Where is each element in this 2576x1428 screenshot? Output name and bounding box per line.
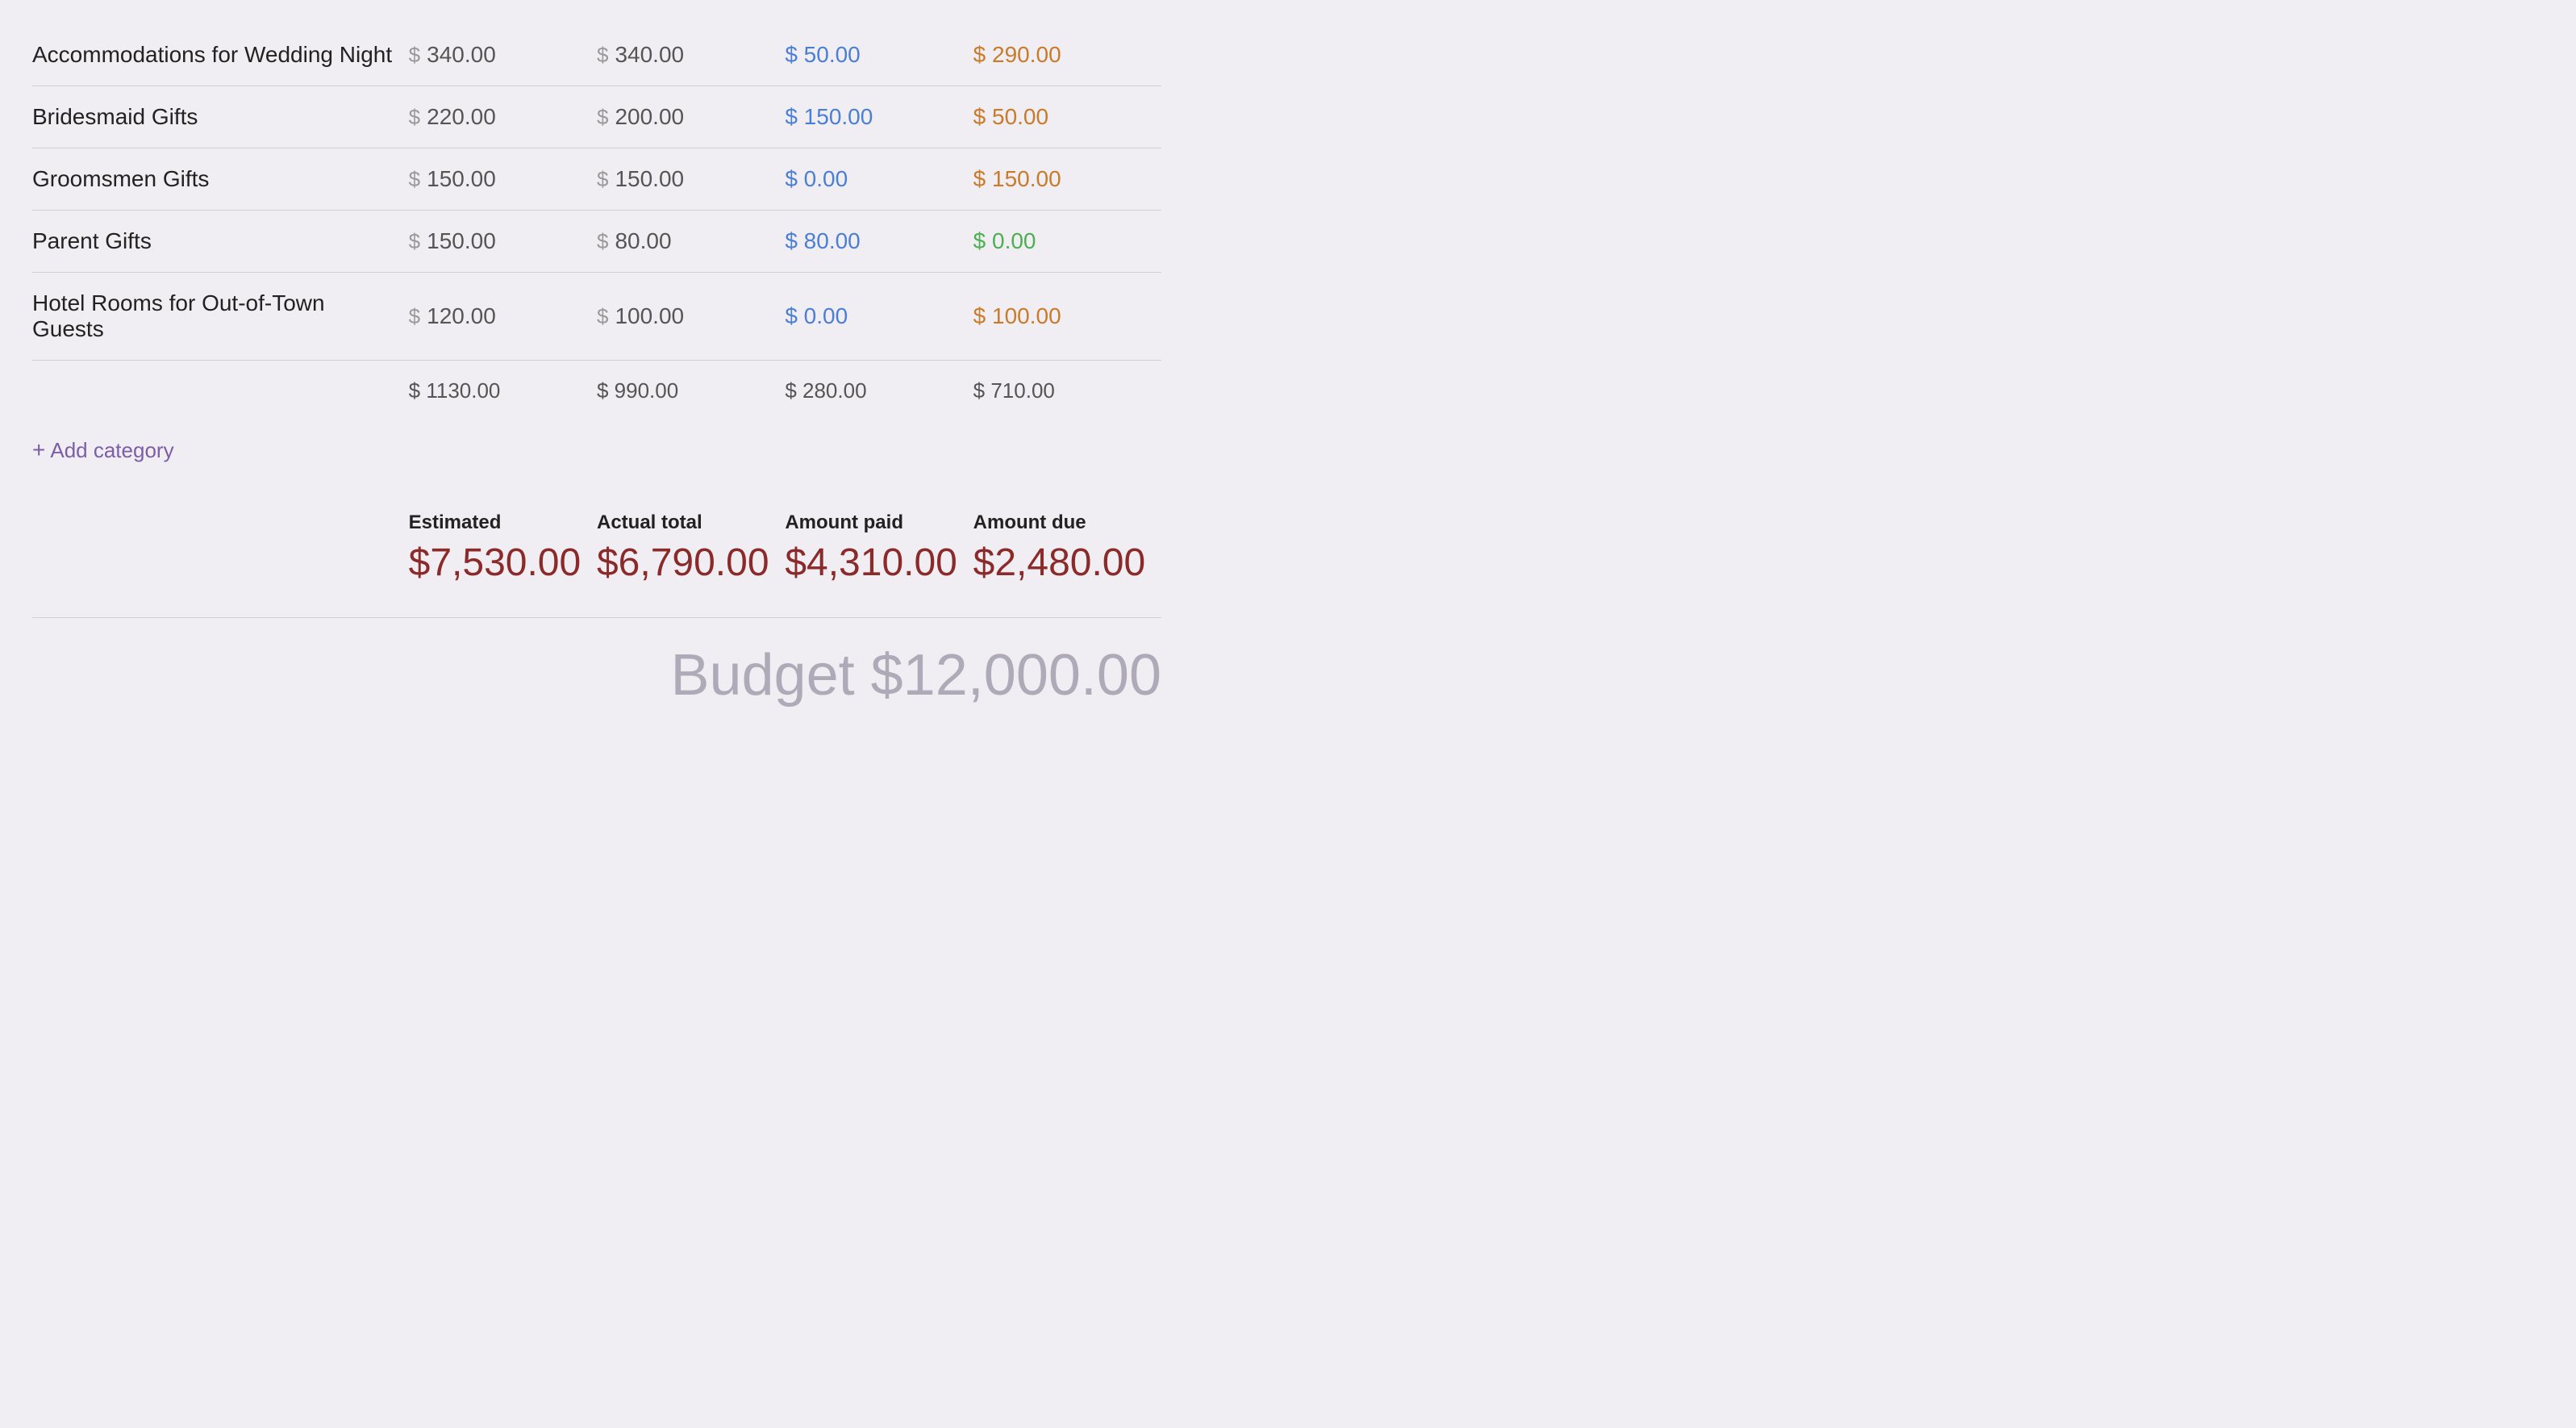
- row-name: Bridesmaid Gifts: [32, 104, 409, 130]
- actual-value: 80.00: [615, 228, 671, 254]
- row-actual: $200.00: [597, 104, 785, 130]
- row-actual: $100.00: [597, 303, 785, 329]
- totals-estimated: $ 1130.00: [409, 378, 597, 403]
- row-actual: $150.00: [597, 166, 785, 192]
- table-row: Accommodations for Wedding Night$340.00$…: [32, 24, 1161, 86]
- dollar-icon: $: [597, 229, 608, 254]
- estimated-value: 150.00: [427, 228, 496, 254]
- summary-paid-value: $4,310.00: [785, 541, 957, 585]
- actual-value: 200.00: [615, 104, 684, 130]
- row-due: $ 100.00: [973, 303, 1161, 329]
- add-category-button[interactable]: + Add category: [32, 421, 1161, 487]
- summary-actual: Actual total $6,790.00: [597, 503, 785, 593]
- summary-estimated-label: Estimated: [409, 511, 502, 534]
- summary-actual-value: $6,790.00: [597, 541, 769, 585]
- row-paid: $ 150.00: [785, 104, 973, 130]
- row-name: Hotel Rooms for Out-of-Town Guests: [32, 290, 409, 342]
- table-row: Bridesmaid Gifts$220.00$200.00$ 150.00$ …: [32, 86, 1161, 148]
- summary-estimated: Estimated $7,530.00: [409, 503, 597, 593]
- estimated-value: 150.00: [427, 166, 496, 192]
- totals-actual: $ 990.00: [597, 378, 785, 403]
- row-actual: $340.00: [597, 42, 785, 68]
- add-category-label: Add category: [50, 438, 173, 463]
- totals-paid: $ 280.00: [785, 378, 973, 403]
- row-estimated: $120.00: [409, 303, 597, 329]
- totals-row: $ 1130.00$ 990.00$ 280.00$ 710.00: [32, 361, 1161, 421]
- totals-due: $ 710.00: [973, 378, 1161, 403]
- dollar-icon: $: [597, 167, 608, 192]
- plus-icon: +: [32, 437, 45, 463]
- row-due: $ 50.00: [973, 104, 1161, 130]
- dollar-icon: $: [409, 304, 420, 329]
- table-row: Hotel Rooms for Out-of-Town Guests$120.0…: [32, 273, 1161, 361]
- row-paid: $ 0.00: [785, 166, 973, 192]
- row-paid: $ 80.00: [785, 228, 973, 254]
- row-due: $ 0.00: [973, 228, 1161, 254]
- actual-value: 150.00: [615, 166, 684, 192]
- dollar-icon: $: [597, 43, 608, 68]
- estimated-value: 340.00: [427, 42, 496, 68]
- row-due: $ 150.00: [973, 166, 1161, 192]
- dollar-icon: $: [409, 105, 420, 130]
- dollar-icon: $: [597, 105, 608, 130]
- actual-value: 100.00: [615, 303, 684, 329]
- dollar-icon: $: [409, 229, 420, 254]
- dollar-icon: $: [597, 304, 608, 329]
- summary-empty-cell: [32, 503, 409, 593]
- summary-paid-label: Amount paid: [785, 511, 903, 534]
- estimated-value: 120.00: [427, 303, 496, 329]
- row-name: Accommodations for Wedding Night: [32, 42, 409, 68]
- summary-due: Amount due $2,480.00: [973, 503, 1161, 593]
- row-name: Groomsmen Gifts: [32, 166, 409, 192]
- estimated-value: 220.00: [427, 104, 496, 130]
- summary-actual-label: Actual total: [597, 511, 702, 534]
- budget-label: Budget $12,000.00: [670, 642, 1161, 708]
- row-actual: $80.00: [597, 228, 785, 254]
- summary-due-value: $2,480.00: [973, 541, 1146, 585]
- dollar-icon: $: [409, 167, 420, 192]
- row-estimated: $220.00: [409, 104, 597, 130]
- summary-paid: Amount paid $4,310.00: [785, 503, 973, 593]
- budget-section: Budget $12,000.00: [32, 617, 1161, 708]
- table-rows: Accommodations for Wedding Night$340.00$…: [32, 24, 1161, 361]
- row-paid: $ 50.00: [785, 42, 973, 68]
- actual-value: 340.00: [615, 42, 684, 68]
- table-row: Groomsmen Gifts$150.00$150.00$ 0.00$ 150…: [32, 148, 1161, 211]
- table-row: Parent Gifts$150.00$80.00$ 80.00$ 0.00: [32, 211, 1161, 273]
- summary-estimated-value: $7,530.00: [409, 541, 581, 585]
- row-estimated: $150.00: [409, 228, 597, 254]
- summary-due-label: Amount due: [973, 511, 1086, 534]
- row-paid: $ 0.00: [785, 303, 973, 329]
- summary-section: Estimated $7,530.00 Actual total $6,790.…: [32, 495, 1161, 593]
- budget-table: Accommodations for Wedding Night$340.00$…: [32, 24, 1161, 708]
- row-estimated: $340.00: [409, 42, 597, 68]
- row-due: $ 290.00: [973, 42, 1161, 68]
- dollar-icon: $: [409, 43, 420, 68]
- row-estimated: $150.00: [409, 166, 597, 192]
- row-name: Parent Gifts: [32, 228, 409, 254]
